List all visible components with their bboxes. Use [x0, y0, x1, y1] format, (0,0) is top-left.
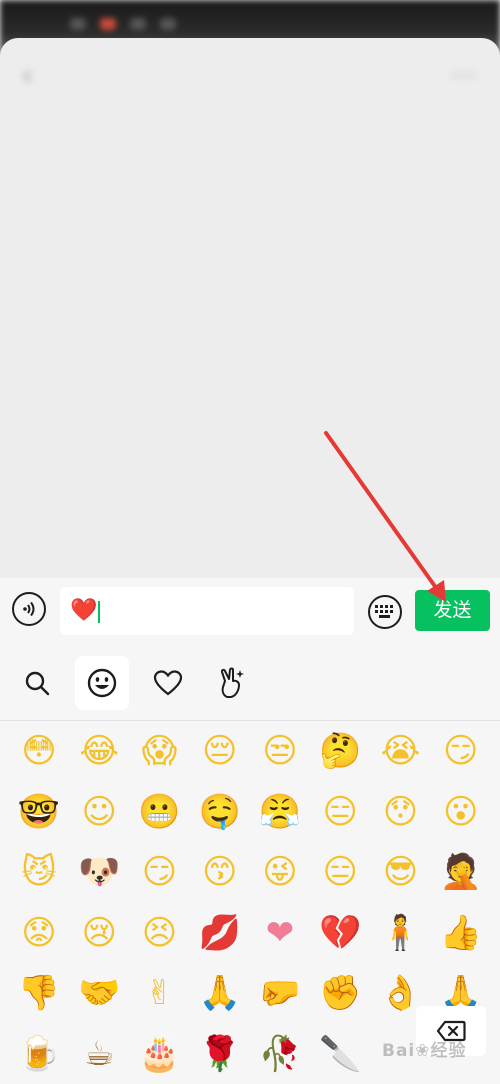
emoji-item[interactable]: 😑: [310, 782, 370, 842]
emoji-item[interactable]: 🍺: [9, 1024, 69, 1084]
emoji-item[interactable]: 😎: [371, 842, 431, 902]
emoji-item[interactable]: 😭: [371, 721, 431, 781]
emoji-item[interactable]: ✊: [310, 963, 370, 1023]
emoji-item[interactable]: 😑: [310, 842, 370, 902]
emoji-item[interactable]: 💔: [310, 903, 370, 963]
emoji-item[interactable]: ☺: [69, 782, 129, 842]
emoji-item[interactable]: 😔: [190, 721, 250, 781]
emoji-item[interactable]: ☕: [69, 1024, 129, 1084]
emoji-item[interactable]: 🤤: [190, 782, 250, 842]
text-caret: [98, 601, 100, 623]
chat-header: ‹ ⁣ ···: [0, 50, 500, 102]
emoji-item[interactable]: 😙: [190, 842, 250, 902]
emoji-item[interactable]: 🐶: [69, 842, 129, 902]
emoji-item[interactable]: 😟: [9, 903, 69, 963]
emoji-item[interactable]: 🙏: [190, 963, 250, 1023]
send-button[interactable]: 发送: [415, 590, 490, 631]
emoji-item[interactable]: 👎: [9, 963, 69, 1023]
emoji-item[interactable]: 🤝: [69, 963, 129, 1023]
emoji-item[interactable]: 😒: [250, 721, 310, 781]
emoji-item[interactable]: 😱: [130, 721, 190, 781]
emoji-item[interactable]: 🧍: [371, 903, 431, 963]
status-icons: [70, 18, 176, 30]
emoji-item[interactable]: 🥀: [250, 1024, 310, 1084]
emoji-item[interactable]: 😏: [130, 842, 190, 902]
emoji-item[interactable]: ✌: [130, 963, 190, 1023]
emoji-item[interactable]: 😳: [9, 721, 69, 781]
emoji-item[interactable]: 🤔: [310, 721, 370, 781]
emoji-item[interactable]: 😣: [130, 903, 190, 963]
watermark: Bai❀经验: [382, 1041, 467, 1061]
emoji-item[interactable]: 😏: [431, 721, 491, 781]
smiley-icon: [87, 668, 117, 698]
chat-message-area[interactable]: [0, 38, 500, 578]
emoji-item[interactable]: 👍: [431, 903, 491, 963]
emoji-item[interactable]: 😬: [130, 782, 190, 842]
emoji-item[interactable]: 😼: [9, 842, 69, 902]
emoji-item[interactable]: 😤: [250, 782, 310, 842]
emoji-item[interactable]: 😯: [371, 782, 431, 842]
message-input[interactable]: ❤️: [60, 587, 354, 635]
emoji-item[interactable]: 💋: [190, 903, 250, 963]
emoji-tab-row: [0, 648, 500, 721]
emoji-item[interactable]: 🤛: [250, 963, 310, 1023]
emoji-item[interactable]: 😢: [69, 903, 129, 963]
input-bar: ❤️ 发送: [0, 578, 500, 648]
more-icon[interactable]: ···: [451, 64, 478, 89]
back-icon[interactable]: ‹: [22, 61, 32, 91]
tab-stickers[interactable]: [206, 656, 260, 710]
emoji-item[interactable]: 😂: [69, 721, 129, 781]
emoji-item[interactable]: 🤓: [9, 782, 69, 842]
tab-favorites[interactable]: [141, 656, 195, 710]
tab-search[interactable]: [10, 656, 64, 710]
search-icon: [25, 671, 50, 696]
emoji-item[interactable]: 🌹: [190, 1024, 250, 1084]
tab-emoji[interactable]: [75, 656, 129, 710]
emoji-item[interactable]: 😮: [431, 782, 491, 842]
heart-outline-icon: [153, 670, 183, 696]
victory-hand-icon: [220, 667, 244, 698]
emoji-item[interactable]: ❤: [250, 903, 310, 963]
emoji-item[interactable]: 😜: [250, 842, 310, 902]
voice-icon[interactable]: [12, 592, 46, 626]
emoji-item[interactable]: 🤦: [431, 842, 491, 902]
emoji-item[interactable]: 🎂: [130, 1024, 190, 1084]
input-heart-emoji: ❤️: [70, 598, 98, 623]
keyboard-icon[interactable]: [368, 595, 402, 629]
emoji-item[interactable]: 🔪: [310, 1024, 370, 1084]
